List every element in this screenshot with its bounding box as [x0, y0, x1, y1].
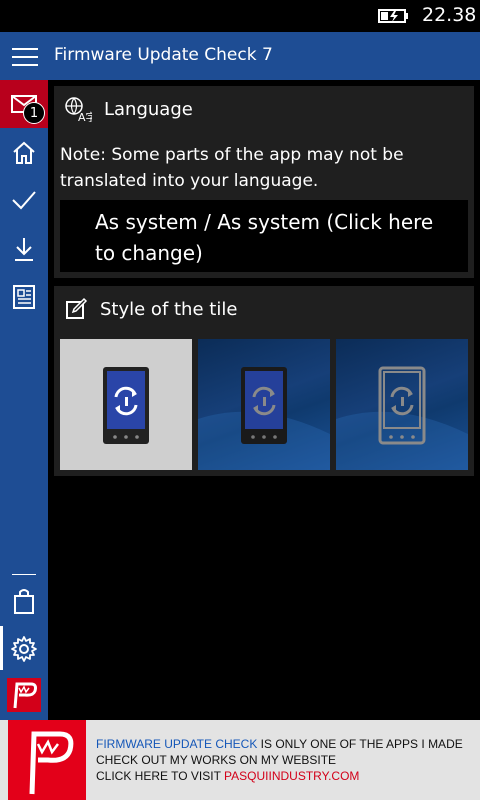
ad-line-1: FIRMWARE UPDATE CHECK IS ONLY ONE OF THE… — [96, 737, 463, 751]
news-icon — [13, 285, 35, 309]
transparent-tile-option[interactable] — [336, 339, 468, 470]
checkmark-icon — [12, 191, 36, 210]
sidebar-item-settings[interactable] — [0, 626, 48, 672]
language-header: A字 Language — [54, 86, 474, 132]
sidebar-item-news[interactable] — [0, 274, 48, 320]
svg-text:A字: A字 — [78, 110, 92, 122]
ad-website-link[interactable]: PASQUIINDUSTRY.COM — [224, 769, 359, 783]
tile-style-header: Style of the tile — [54, 286, 474, 332]
phone-sync-icon — [198, 367, 330, 470]
ad-line-2: CHECK OUT MY WORKS ON MY WEBSITE — [96, 753, 337, 767]
clock: 22.38 — [422, 4, 477, 26]
sidebar-item-store[interactable] — [0, 578, 48, 624]
sidebar-divider — [12, 574, 36, 575]
sidebar-item-mail[interactable]: 1 — [0, 80, 48, 128]
phone-sync-icon — [103, 367, 149, 444]
ad-text: FIRMWARE UPDATE CHECK IS ONLY ONE OF THE… — [96, 736, 476, 784]
battery-charging-icon — [378, 9, 408, 23]
store-bag-icon — [14, 589, 34, 614]
title-bar: Firmware Update Check 7 — [0, 32, 480, 80]
pasqui-logo-icon[interactable] — [7, 678, 41, 712]
tile-style-title: Style of the tile — [100, 298, 238, 320]
sidebar: 1 — [0, 80, 48, 720]
sidebar-item-home[interactable] — [0, 130, 48, 176]
app-title: Firmware Update Check 7 — [54, 45, 273, 65]
home-icon — [13, 141, 35, 164]
ad-banner[interactable]: FIRMWARE UPDATE CHECK IS ONLY ONE OF THE… — [0, 720, 480, 800]
dark-blue-tile-option[interactable] — [198, 339, 330, 470]
language-selector-button[interactable]: As system / As system (Click here to cha… — [60, 200, 468, 272]
pasqui-logo-icon — [8, 720, 86, 800]
phone-sync-icon — [336, 366, 468, 470]
hamburger-menu-icon[interactable] — [12, 48, 38, 66]
sidebar-item-download[interactable] — [0, 226, 48, 272]
ad-line-3: CLICK HERE TO VISIT PASQUIINDUSTRY.COM — [96, 769, 360, 783]
sidebar-item-check[interactable] — [0, 177, 48, 223]
status-bar: 22.38 — [0, 0, 480, 32]
notification-badge: 1 — [23, 102, 45, 124]
edit-icon — [66, 297, 88, 319]
download-icon — [15, 238, 33, 261]
language-note: Note: Some parts of the app may not be t… — [60, 145, 404, 191]
language-icon: A字 — [65, 97, 92, 122]
language-card: A字 Language Note: Some parts of the app … — [54, 86, 474, 278]
tile-style-card: Style of the tile — [54, 286, 474, 476]
settings-gear-icon — [11, 636, 37, 662]
ad-app-name: FIRMWARE UPDATE CHECK — [96, 737, 258, 751]
light-tile-option[interactable] — [60, 339, 192, 470]
language-title: Language — [104, 98, 193, 120]
